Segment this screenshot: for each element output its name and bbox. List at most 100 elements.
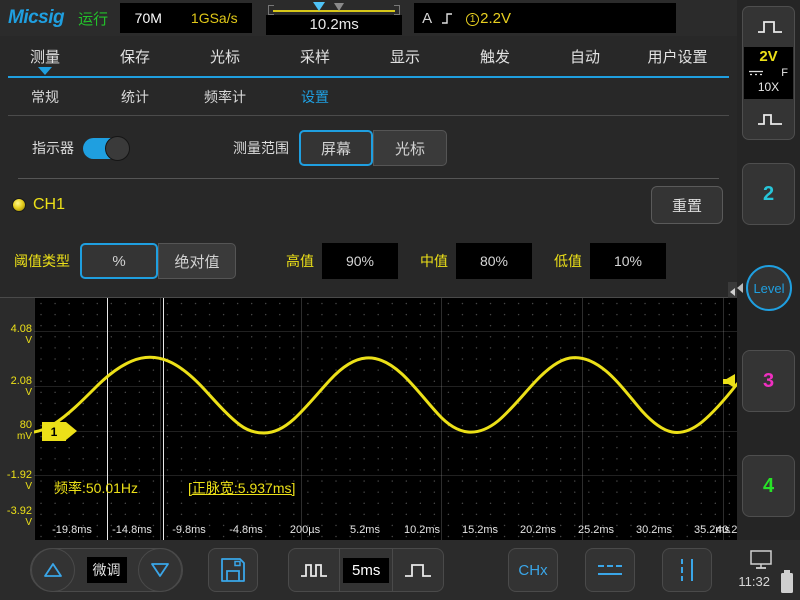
mid-threshold-label: 中值 (420, 253, 448, 269)
group-divider (339, 549, 340, 591)
acquisition-info[interactable]: 70M 1GSa/s (120, 3, 253, 33)
tab-cursor[interactable]: 光标 (180, 46, 270, 67)
tab-auto[interactable]: 自动 (540, 46, 630, 67)
trigger-info[interactable]: A 1 2.2V (414, 3, 677, 33)
sample-rate-value: 1GSa/s (190, 10, 238, 26)
indicator-toggle[interactable] (83, 135, 130, 161)
y-tick-label: 4.08 V (10, 323, 32, 347)
channel-sidebar: 2V F 10X 2 Level 3 4 (737, 0, 800, 540)
threshold-option-absolute[interactable]: 绝对值 (158, 243, 236, 279)
x-tick-label: 20.2ms (519, 524, 557, 536)
trigger-level-value: 1 2.2V (466, 10, 511, 27)
channel-select-button[interactable]: CHx (508, 548, 558, 592)
fine-adjust-group: 微调 (30, 548, 183, 592)
tab-acquire[interactable]: 采样 (270, 46, 360, 67)
range-option-screen[interactable]: 屏幕 (299, 130, 373, 166)
ch1-trace (34, 355, 737, 435)
measurement-frequency[interactable]: 频率:50.01Hz (54, 478, 138, 498)
threshold-option-percent[interactable]: % (80, 243, 158, 279)
oscilloscope-screen: Micsig 运行 70M 1GSa/s 10.2ms A 1 2.2V 测量 … (0, 0, 800, 600)
time-axis: -19.8ms -14.8ms -9.8ms -4.8ms 200µs 5.2m… (34, 520, 752, 540)
measurement-pulse-width[interactable]: [正脉宽:5.937ms] (188, 478, 295, 498)
tab-display[interactable]: 显示 (360, 46, 450, 67)
active-tab-caret-icon (38, 67, 52, 75)
channel-2-label: 2 (762, 182, 775, 205)
trigger-channel-badge: 1 (466, 12, 480, 26)
timebase-control-group: 5ms (288, 548, 445, 592)
threshold-row: 阈值类型 % 绝对值 高值 90% 中值 80% 低值 10% (0, 233, 737, 289)
vertical-cursor-button[interactable] (662, 548, 712, 592)
channel-label[interactable]: CH1 (33, 196, 65, 214)
x-tick-label: -19.8ms (52, 524, 92, 536)
horizontal-cursor-button[interactable] (585, 548, 635, 592)
volts-increase-button[interactable] (743, 7, 796, 47)
channel-4-button[interactable]: 4 (742, 455, 795, 517)
timebase-track (268, 2, 401, 15)
subtab-general[interactable]: 常规 (0, 87, 90, 107)
trigger-level-knob[interactable]: Level (746, 265, 792, 311)
low-threshold-value[interactable]: 10% (590, 243, 666, 279)
pulse-narrow-icon (301, 564, 327, 577)
volts-decrease-button[interactable] (743, 99, 796, 139)
horizontal-cursor-icon (598, 565, 622, 575)
subtab-statistics[interactable]: 统计 (90, 87, 180, 107)
channel-color-dot-icon (12, 198, 26, 212)
indicator-range-row: 指示器 测量范围 屏幕 光标 (0, 118, 737, 178)
decrease-button[interactable] (138, 548, 182, 592)
toggle-knob (105, 135, 130, 161)
increase-button[interactable] (31, 548, 75, 592)
triangle-down-icon (151, 563, 169, 577)
subtab-counter[interactable]: 频率计 (180, 87, 270, 107)
channel-3-button[interactable]: 3 (742, 350, 795, 412)
chevron-left-icon (730, 288, 735, 296)
measure-range-segmented: 屏幕 光标 (299, 130, 447, 166)
high-threshold-value[interactable]: 90% (322, 243, 398, 279)
save-button[interactable] (208, 548, 258, 592)
x-tick-label: 200µs (289, 524, 321, 536)
reset-button[interactable]: 重置 (651, 186, 723, 224)
monitor-icon[interactable] (750, 550, 772, 570)
memory-position-marker-icon[interactable] (334, 3, 345, 11)
low-threshold-label: 低值 (554, 253, 582, 269)
timebase-position-widget[interactable]: 10.2ms (266, 1, 403, 35)
channel-ground-marker[interactable]: 1 (42, 422, 77, 441)
y-tick-label: 80 mV (17, 419, 32, 443)
timebase-position-value: 10.2ms (266, 15, 403, 35)
channel-volts-per-div: 2V (759, 48, 778, 65)
menu-divider (8, 115, 729, 116)
fine-adjust-label[interactable]: 微调 (86, 557, 127, 583)
timebase-increase-button[interactable] (393, 549, 443, 591)
x-tick-label: 5.2ms (350, 524, 380, 536)
pulse-wide-icon (405, 564, 432, 577)
tab-user-settings[interactable]: 用户设置 (630, 46, 725, 67)
dc-coupling-icon (749, 70, 763, 75)
x-tick-label: -4.8ms (229, 524, 263, 536)
channel-1-control-group: 2V F 10X (742, 6, 795, 140)
run-state-indicator[interactable]: 运行 (78, 8, 108, 29)
range-option-cursor[interactable]: 光标 (373, 130, 447, 166)
tab-measure[interactable]: 测量 (0, 46, 90, 67)
waveform-grid[interactable]: 1 频率:50.01Hz [正脉宽:5.937ms] (34, 298, 737, 540)
vertical-cursor-icon (681, 559, 693, 581)
trigger-level-arrow-icon[interactable] (723, 374, 735, 388)
channel-4-label: 4 (762, 474, 775, 497)
x-tick-label: 25.2ms (577, 524, 615, 536)
level-expand-arrow-icon[interactable] (737, 283, 743, 293)
voltage-axis: 4.08 V 2.08 V 80 mV -1.92 V -3.92 V (0, 298, 34, 540)
channel-3-label: 3 (762, 369, 775, 392)
pulse-up-icon (757, 21, 782, 33)
main-menu-tabs: 测量 保存 光标 采样 显示 触发 自动 用户设置 (0, 36, 737, 76)
subtab-settings[interactable]: 设置 (270, 87, 360, 107)
battery-icon[interactable] (780, 570, 794, 594)
tab-save[interactable]: 保存 (90, 46, 180, 67)
timebase-value[interactable]: 5ms (343, 557, 390, 583)
tab-trigger[interactable]: 触发 (450, 46, 540, 67)
timebase-decrease-button[interactable] (289, 549, 339, 591)
mid-threshold-value[interactable]: 80% (456, 243, 532, 279)
x-tick-label: 10.2ms (403, 524, 441, 536)
trigger-position-marker-icon[interactable] (313, 2, 326, 11)
channel-2-button[interactable]: 2 (742, 163, 795, 225)
indicator-label: 指示器 (32, 140, 74, 156)
channel-1-info[interactable]: 2V F 10X (744, 47, 793, 99)
waveform-display[interactable]: 4.08 V 2.08 V 80 mV -1.92 V -3.92 V 1 频率… (0, 298, 752, 540)
